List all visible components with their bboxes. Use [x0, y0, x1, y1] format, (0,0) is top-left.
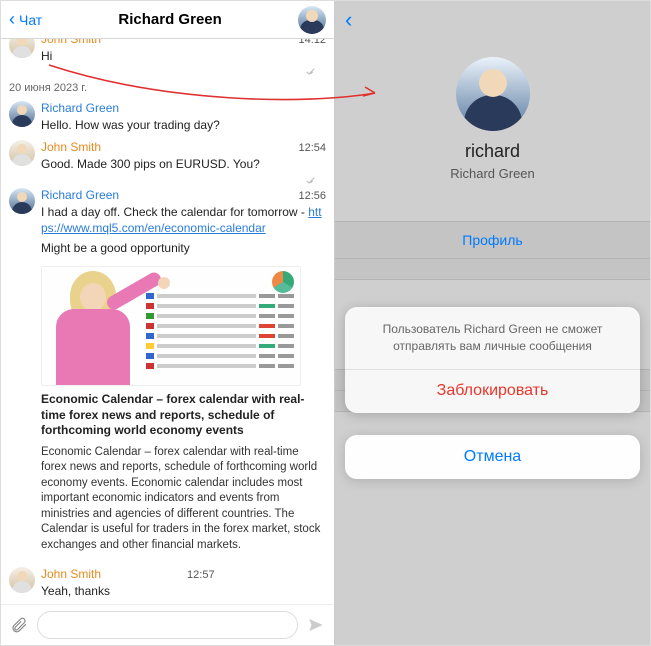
- message-row: John Smith 12:54 Good. Made 300 pips on …: [1, 137, 334, 184]
- message-row: Richard Green Hello. How was your tradin…: [1, 98, 334, 137]
- avatar: [9, 567, 35, 593]
- contact-avatar-header[interactable]: [298, 6, 326, 34]
- sender-name: John Smith: [41, 567, 101, 581]
- preview-image: Economic Calendar Indicators and Events: [41, 266, 301, 386]
- chat-title: Richard Green: [42, 11, 298, 28]
- message-text: Hello. How was your trading day?: [41, 115, 326, 137]
- action-sheet: Пользователь Richard Green не сможет отп…: [345, 307, 640, 413]
- avatar: [9, 188, 35, 214]
- message-time: 12:54: [298, 142, 326, 154]
- avatar: [9, 101, 35, 127]
- cancel-button[interactable]: Отмена: [345, 435, 640, 479]
- action-sheet-message: Пользователь Richard Green не сможет отп…: [345, 307, 640, 369]
- globe-icon: [272, 271, 294, 293]
- message-text: Good. Made 300 pips on EURUSD. You?: [41, 154, 326, 176]
- attachment-icon[interactable]: [9, 615, 29, 635]
- message-row: Richard Green 12:56 I had a day off. Che…: [1, 185, 334, 558]
- sender-name: Richard Green: [41, 101, 119, 115]
- back-label[interactable]: Чат: [19, 12, 42, 28]
- preview-title: Economic Calendar – forex calendar with …: [41, 392, 326, 439]
- avatar: [9, 140, 35, 166]
- send-icon[interactable]: [306, 615, 326, 635]
- message-fragment: I had a day off. Check the calendar for …: [41, 205, 308, 219]
- back-chevron-icon[interactable]: ‹: [345, 7, 352, 33]
- message-text: Hi: [41, 46, 326, 68]
- message-text: I had a day off. Check the calendar for …: [41, 202, 326, 261]
- preview-table-illustration: [146, 291, 294, 381]
- message-text: Yeah, thanks: [41, 581, 326, 603]
- message-time: 14:12: [298, 39, 326, 46]
- chat-message-list[interactable]: John Smith 14:12 Hi 20 июня 2023 г. Rich…: [1, 39, 334, 604]
- message-time: 12:56: [298, 190, 326, 202]
- preview-description: Economic Calendar – forex calendar with …: [41, 445, 326, 554]
- chat-header: ‹ Чат Richard Green: [1, 1, 334, 39]
- message-row: John Smith 12:57 Yeah, thanks: [1, 564, 334, 603]
- message-input[interactable]: [37, 611, 298, 639]
- delivered-check-icon: [306, 68, 318, 76]
- back-chevron-icon[interactable]: ‹: [9, 9, 15, 30]
- message-fragment: Might be a good opportunity: [41, 240, 326, 256]
- sender-name: John Smith: [41, 39, 101, 46]
- avatar: [9, 39, 35, 58]
- link-preview[interactable]: Economic Calendar Indicators and Events: [41, 266, 326, 553]
- profile-header: ‹: [335, 1, 650, 39]
- block-button[interactable]: Заблокировать: [345, 369, 640, 413]
- profile-pane: ‹ richard Richard Green Профиль Пользова…: [335, 1, 650, 645]
- preview-illustration: [41, 266, 148, 385]
- sender-name: Richard Green: [41, 188, 119, 202]
- chat-pane: ‹ Чат Richard Green John Smith 14:12 Hi …: [1, 1, 335, 645]
- message-time: 12:57: [187, 569, 215, 581]
- sender-name: John Smith: [41, 140, 101, 154]
- date-separator: 20 июня 2023 г.: [1, 76, 334, 98]
- message-input-bar: [1, 604, 334, 645]
- message-row: John Smith 14:12 Hi: [1, 39, 334, 76]
- delivered-check-icon: [306, 177, 318, 185]
